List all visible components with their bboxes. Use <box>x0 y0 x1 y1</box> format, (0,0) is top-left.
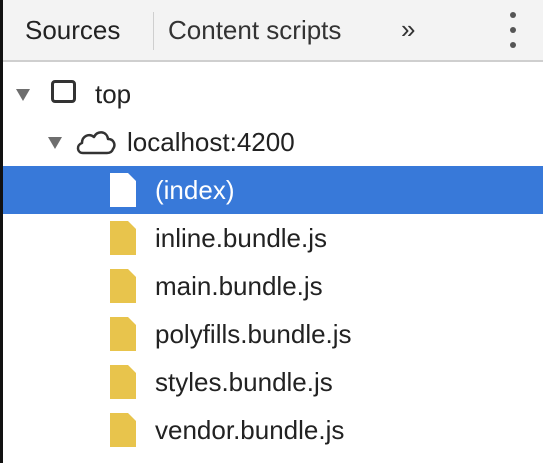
more-tabs-chevron-icon[interactable]: » <box>401 0 415 60</box>
expand-arrow-icon[interactable] <box>16 89 30 101</box>
tree-item-label: localhost:4200 <box>127 127 295 157</box>
tab-content-scripts[interactable]: Content scripts <box>168 0 341 60</box>
tree-item-label: polyfills.bundle.js <box>155 319 352 349</box>
navigator-tab-bar: Sources Content scripts » <box>3 0 543 62</box>
tree-item-label: (index) <box>155 175 235 205</box>
tab-sources[interactable]: Sources <box>25 0 153 60</box>
tree-item-file[interactable]: polyfills.bundle.js <box>3 310 543 358</box>
tree-item-frame-top[interactable]: top <box>3 70 543 118</box>
tree-item-label: main.bundle.js <box>155 271 323 301</box>
tree-item-file[interactable]: styles.bundle.js <box>3 358 543 406</box>
tree-item-label: vendor.bundle.js <box>155 415 345 445</box>
tree-item-file[interactable]: vendor.bundle.js <box>3 406 543 454</box>
tree-item-file[interactable]: inline.bundle.js <box>3 214 543 262</box>
more-options-icon[interactable] <box>505 12 521 50</box>
script-file-icon <box>110 269 136 303</box>
script-file-icon <box>110 413 136 447</box>
cloud-icon <box>76 131 116 155</box>
script-file-icon <box>110 221 136 255</box>
script-file-icon <box>110 365 136 399</box>
tree-item-origin[interactable]: localhost:4200 <box>3 118 543 166</box>
expand-arrow-icon[interactable] <box>48 137 62 149</box>
tree-item-label: top <box>95 79 132 109</box>
script-file-icon <box>110 317 136 351</box>
tree-item-file[interactable]: main.bundle.js <box>3 262 543 310</box>
document-icon <box>110 173 136 207</box>
tab-divider <box>153 12 154 50</box>
tree-item-label: styles.bundle.js <box>155 367 333 397</box>
tree-item-file-index[interactable]: (index) <box>3 166 543 214</box>
sources-navigator-panel: Sources Content scripts » top localhost:… <box>0 0 543 463</box>
frame-icon <box>51 80 76 103</box>
tree-item-label: inline.bundle.js <box>155 223 328 253</box>
